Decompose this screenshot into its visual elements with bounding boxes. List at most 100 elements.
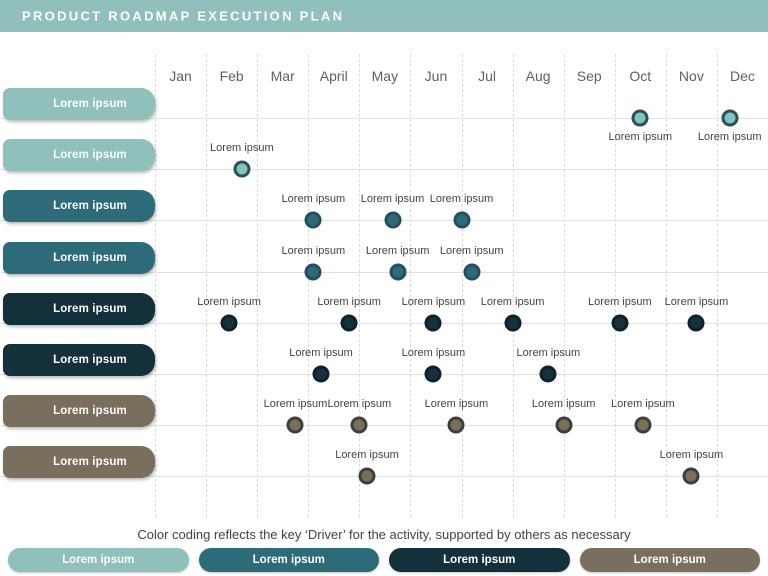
month-label-sep: Sep	[576, 68, 602, 84]
legend-pill-label: Lorem ipsum	[443, 554, 516, 566]
row-label-text: Lorem ipsum	[53, 98, 127, 110]
row-label-pill-7[interactable]: Lorem ipsum	[3, 395, 155, 428]
roadmap-chart: Jan Feb Mar April May Jun Jul Aug Sep Oct Nov Dec L…	[0, 32, 768, 527]
milestone-label: Lorem ipsum	[281, 244, 346, 257]
milestone-label: Lorem ipsum	[697, 131, 762, 143]
month-label-april: April	[319, 68, 348, 84]
milestone-marker[interactable]	[350, 416, 368, 434]
month-label-aug: Aug	[525, 68, 551, 84]
milestone-marker[interactable]	[286, 416, 304, 434]
milestone-label: Lorem ipsum	[611, 398, 675, 411]
footer-note: Color coding reflects the key ‘Driver’ f…	[137, 527, 631, 542]
vertical-gridline	[359, 54, 361, 517]
vertical-gridline	[155, 54, 156, 517]
milestone-label: Lorem ipsum	[289, 347, 353, 359]
legend-pill-label: Lorem ipsum	[633, 554, 706, 566]
vertical-gridline	[461, 54, 463, 517]
month-label-jan: Jan	[169, 68, 192, 84]
page-header: PRODUCT ROADMAP EXECUTION PLAN	[0, 0, 768, 32]
row-label-pill-4[interactable]: Lorem ipsum	[3, 241, 155, 274]
milestone-label: Lorem ipsum	[360, 193, 425, 206]
milestone-label: Lorem ipsum	[439, 244, 504, 257]
month-label-jul: Jul	[478, 68, 496, 84]
row-label-pill-1[interactable]: Lorem ipsum	[3, 88, 155, 120]
milestone-label: Lorem ipsum	[429, 193, 494, 206]
milestone-marker[interactable]	[304, 263, 322, 281]
vertical-gridline	[257, 54, 259, 517]
row-label-text: Lorem ipsum	[53, 302, 127, 315]
row-label-pill-6[interactable]: Lorem ipsum	[3, 344, 155, 376]
milestone-marker[interactable]	[631, 109, 649, 127]
month-label-nov: Nov	[678, 68, 704, 84]
row-label-text: Lorem ipsum	[53, 200, 127, 213]
milestone-label: Lorem ipsum	[531, 398, 596, 411]
row-label-pill-8[interactable]: Lorem ipsum	[3, 446, 155, 479]
milestone-marker[interactable]	[539, 365, 557, 383]
legend-pill-2[interactable]: Lorem ipsum	[198, 548, 379, 572]
milestone-label: Lorem ipsum	[588, 295, 652, 308]
milestone-marker[interactable]	[424, 314, 442, 332]
milestone-marker[interactable]	[555, 416, 573, 434]
vertical-gridline	[563, 54, 565, 517]
legend-pill-4[interactable]: Lorem ipsum	[579, 548, 760, 572]
milestone-label: Lorem ipsum	[197, 295, 261, 308]
month-label-oct: Oct	[629, 68, 652, 84]
milestone-marker[interactable]	[634, 416, 652, 434]
row-label-pill-2[interactable]: Lorem ipsum	[3, 139, 155, 172]
milestone-marker[interactable]	[384, 211, 402, 229]
milestone-label: Lorem ipsum	[335, 449, 399, 462]
month-axis: Jan Feb Mar April May Jun Jul Aug Sep Oct Nov Dec	[0, 68, 768, 90]
milestone-label: Lorem ipsum	[480, 295, 545, 308]
vertical-gridline	[206, 54, 208, 517]
chart-footer: Color coding reflects the key ‘Driver’ f…	[0, 527, 768, 576]
page-title: PRODUCT ROADMAP EXECUTION PLAN	[22, 8, 345, 24]
legend-pill-1[interactable]: Lorem ipsum	[8, 548, 189, 572]
milestone-marker[interactable]	[312, 365, 330, 383]
milestone-label: Lorem ipsum	[608, 131, 673, 143]
row-label-text: Lorem ipsum	[53, 354, 127, 366]
vertical-gridline	[716, 54, 718, 517]
legend-pill-label: Lorem ipsum	[252, 554, 325, 566]
milestone-marker[interactable]	[220, 314, 238, 332]
legend-pill-label: Lorem ipsum	[62, 554, 135, 566]
milestone-label: Lorem ipsum	[263, 398, 328, 411]
vertical-gridline	[410, 54, 412, 517]
vertical-gridline	[665, 54, 667, 517]
vertical-gridline	[614, 54, 616, 517]
milestone-label: Lorem ipsum	[516, 347, 581, 359]
milestone-label: Lorem ipsum	[401, 295, 466, 308]
milestone-label: Lorem ipsum	[401, 347, 466, 359]
milestone-marker[interactable]	[682, 467, 700, 485]
milestone-marker[interactable]	[721, 109, 739, 127]
milestone-marker[interactable]	[424, 365, 442, 383]
row-label-pill-5[interactable]: Lorem ipsum	[3, 292, 155, 325]
milestone-marker[interactable]	[389, 263, 407, 281]
row-label-text: Lorem ipsum	[53, 405, 127, 418]
milestone-marker[interactable]	[233, 160, 251, 178]
milestone-marker[interactable]	[687, 314, 705, 332]
milestone-marker[interactable]	[447, 416, 465, 434]
vertical-gridline	[512, 54, 514, 517]
month-label-may: May	[371, 68, 399, 84]
month-label-dec: Dec	[730, 68, 755, 84]
milestone-marker[interactable]	[463, 263, 481, 281]
month-label-jun: Jun	[424, 68, 448, 84]
milestone-label: Lorem ipsum	[327, 398, 392, 411]
milestone-marker[interactable]	[611, 314, 629, 332]
milestone-marker[interactable]	[453, 211, 470, 229]
milestone-label: Lorem ipsum	[424, 398, 489, 411]
milestone-label: Lorem ipsum	[317, 295, 381, 308]
legend-pill-3[interactable]: Lorem ipsum	[389, 548, 570, 572]
milestone-marker[interactable]	[504, 314, 522, 332]
row-label-text: Lorem ipsum	[53, 456, 127, 469]
milestone-marker[interactable]	[304, 211, 322, 229]
row-label-pill-3[interactable]: Lorem ipsum	[3, 190, 155, 223]
milestone-label: Lorem ipsum	[664, 295, 729, 308]
milestone-label: Lorem ipsum	[281, 193, 346, 206]
row-label-text: Lorem ipsum	[53, 251, 127, 264]
month-label-feb: Feb	[219, 68, 244, 84]
milestone-marker[interactable]	[358, 467, 376, 485]
row-label-text: Lorem ipsum	[53, 149, 127, 162]
milestone-label: Lorem ipsum	[659, 449, 724, 462]
milestone-marker[interactable]	[340, 314, 358, 332]
